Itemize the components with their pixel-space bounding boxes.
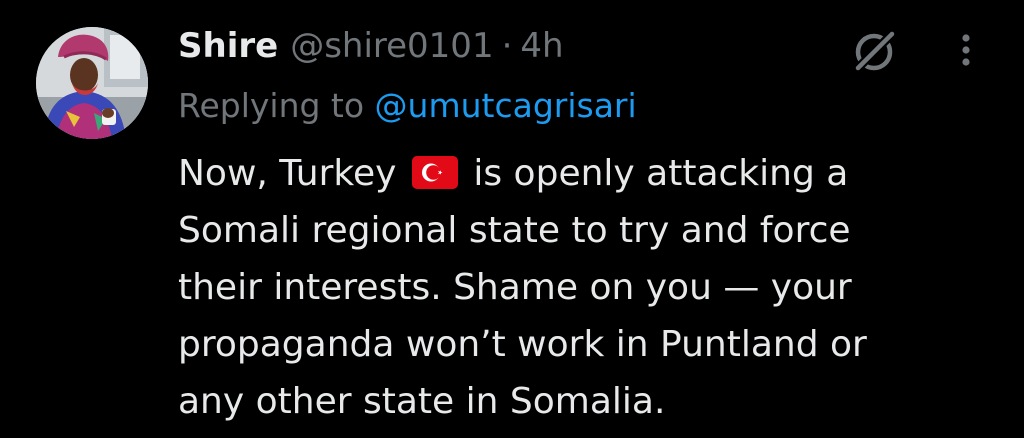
grok-icon: [852, 28, 898, 74]
tweet-text-segment: is openly attacking a: [473, 153, 849, 194]
more-vertical-icon: [962, 34, 970, 66]
reply-mention-link[interactable]: @umutcagrisari: [375, 86, 637, 125]
tweet-line: Somali regional state to try and force: [178, 210, 851, 251]
grok-button[interactable]: [850, 26, 900, 76]
user-handle[interactable]: @shire0101: [290, 22, 493, 70]
tweet-line: Now, Turkey is openly attacking a: [178, 145, 978, 202]
turkey-flag-icon: [411, 156, 458, 189]
tweet[interactable]: Shire @shire0101 · 4h Replying to @umutc…: [0, 0, 1024, 438]
user-avatar-photo: [36, 27, 148, 139]
tweet-line: their interests. Shame on you — your: [178, 267, 852, 308]
avatar[interactable]: [36, 27, 148, 139]
timestamp[interactable]: 4h: [520, 22, 563, 70]
tweet-text: Now, Turkey is openly attacking a Somali…: [178, 145, 978, 430]
tweet-text-segment: Now, Turkey: [178, 153, 397, 194]
tweet-header: Shire @shire0101 · 4h: [178, 22, 564, 70]
replying-to-label: Replying to: [178, 86, 375, 125]
more-options-button[interactable]: [948, 28, 984, 72]
tweet-line: any other state in Somalia.: [178, 381, 666, 422]
header-separator: ·: [501, 26, 513, 66]
display-name[interactable]: Shire: [178, 22, 278, 70]
replying-to: Replying to @umutcagrisari: [178, 82, 637, 130]
tweet-line: propaganda won’t work in Puntland or: [178, 324, 867, 365]
